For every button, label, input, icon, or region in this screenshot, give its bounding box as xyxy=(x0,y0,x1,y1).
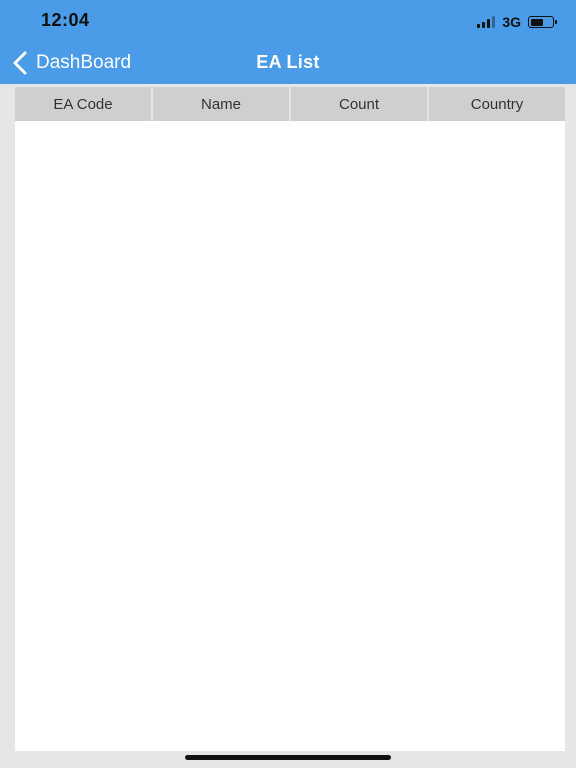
battery-icon xyxy=(528,16,557,28)
ea-list-table: EA Code Name Count Country xyxy=(15,87,565,751)
network-type: 3G xyxy=(502,14,521,30)
table-header: EA Code Name Count Country xyxy=(15,87,565,121)
column-header-count[interactable]: Count xyxy=(291,87,429,121)
navigation-bar: 12:04 3G DashBoard EA List xyxy=(0,0,576,84)
column-header-country[interactable]: Country xyxy=(429,87,565,121)
cellular-signal-icon xyxy=(477,16,496,28)
table-body[interactable] xyxy=(15,121,565,751)
column-header-ea-code[interactable]: EA Code xyxy=(15,87,153,121)
home-indicator[interactable] xyxy=(185,755,391,760)
status-indicators: 3G xyxy=(477,13,557,31)
page-title: EA List xyxy=(256,52,320,72)
status-time: 12:04 xyxy=(41,10,90,30)
battery-level xyxy=(530,18,543,26)
column-header-name[interactable]: Name xyxy=(153,87,291,121)
